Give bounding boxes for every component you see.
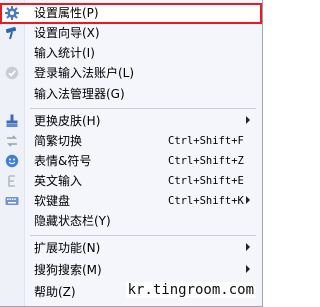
menu-item-emoji-symbols[interactable]: 表情&符号 Ctrl+Shift+Z (0, 151, 262, 172)
menu-item-extensions[interactable]: 扩展功能(N) (0, 238, 262, 259)
submenu-arrow-icon (246, 116, 250, 124)
menu-item-shortcut: Ctrl+Shift+E (168, 175, 244, 187)
account-icon (4, 65, 20, 81)
menu-item-label: 表情&符号 (34, 154, 92, 168)
menu-item-shortcut: Ctrl+Shift+Z (168, 155, 244, 167)
gear-icon (4, 5, 20, 21)
menu-item-input-stats[interactable]: 输入统计(I) (0, 43, 262, 64)
menu-separator (30, 235, 256, 236)
submenu-arrow-icon (246, 265, 250, 273)
menu-item-label: 输入法管理器(G) (34, 87, 125, 101)
menu-item-login-account[interactable]: 登录输入法账户(L) (0, 63, 262, 84)
menu-item-label: 设置向导(X) (34, 26, 100, 40)
submenu-arrow-icon (246, 196, 250, 204)
menu-item-label: 英文输入 (34, 174, 83, 188)
menu-item-soft-keyboard[interactable]: 软键盘 Ctrl+Shift+K (0, 191, 262, 212)
menu-item-label: 隐藏状态栏(Y) (34, 214, 111, 228)
english-icon (4, 173, 20, 189)
menu-item-english-input[interactable]: 英文输入 Ctrl+Shift+E (0, 171, 262, 192)
menu-item-label: 软键盘 (34, 194, 71, 208)
menu-item-ime-manager[interactable]: 输入法管理器(G) (0, 84, 262, 105)
menu-item-sogou-search[interactable]: 搜狗搜索(M) (0, 260, 262, 281)
menu-separator (30, 108, 256, 109)
menu-item-label: 登录输入法账户(L) (34, 66, 135, 80)
menu-item-change-skin[interactable]: 更换皮肤(H) (0, 111, 262, 132)
menu-item-setup-wizard[interactable]: 设置向导(X) (0, 23, 262, 44)
menu-item-shortcut: Ctrl+Shift+F (168, 135, 244, 147)
keyboard-icon (4, 193, 20, 209)
watermark-text: kr.tingroom.com (125, 282, 256, 298)
menu-item-label: 更换皮肤(H) (34, 114, 101, 128)
menu-item-shortcut: Ctrl+Shift+K (168, 195, 244, 207)
convert-icon (4, 133, 20, 149)
menu-item-settings[interactable]: 设置属性(P) (0, 3, 262, 24)
menu-item-simplified-traditional[interactable]: 简繁切换 Ctrl+Shift+F (0, 131, 262, 152)
menu-item-hide-statusbar[interactable]: 隐藏状态栏(Y) (0, 211, 262, 232)
menu-item-label: 扩展功能(N) (34, 241, 101, 255)
wand-icon (4, 25, 20, 41)
menu-item-label: 设置属性(P) (34, 6, 99, 20)
menu-item-label: 帮助(Z) (34, 285, 76, 299)
menu-item-label: 搜狗搜索(M) (34, 263, 102, 277)
menu-item-label: 输入统计(I) (34, 46, 95, 60)
submenu-arrow-icon (246, 243, 250, 251)
brush-icon (4, 113, 20, 129)
menu-item-label: 简繁切换 (34, 134, 83, 148)
smiley-icon (4, 153, 20, 169)
context-menu: 设置属性(P) 设置向导(X) 输入统计(I) 登录输入法账户(L) 输入法管理… (0, 0, 263, 307)
